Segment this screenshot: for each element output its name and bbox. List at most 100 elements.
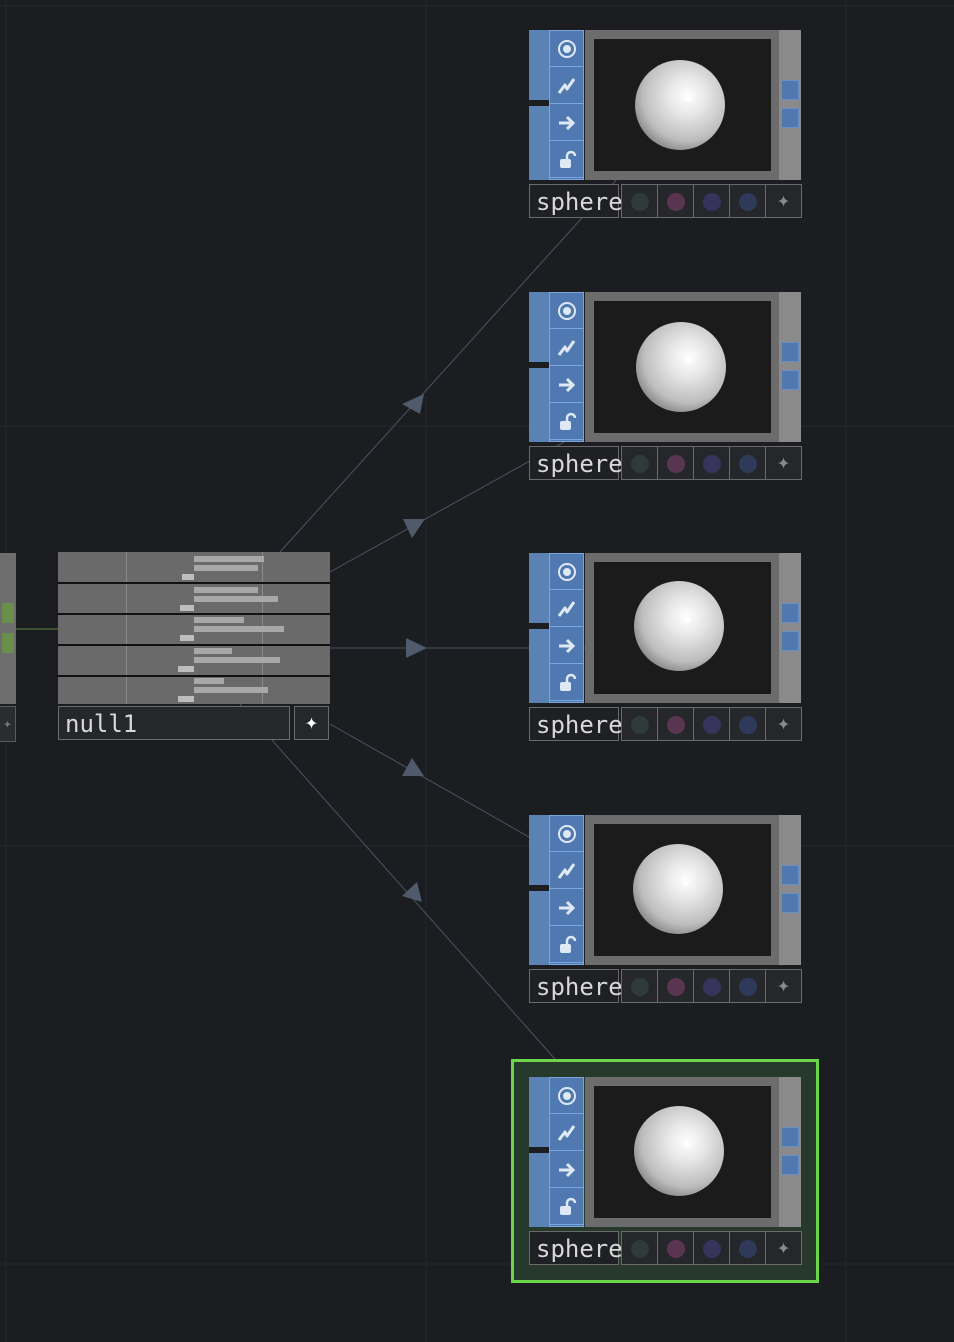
output-port[interactable] xyxy=(781,1155,799,1175)
viewer-star-icon: ✦ xyxy=(776,188,791,213)
lock-flag-button[interactable] xyxy=(550,142,583,178)
output-port[interactable] xyxy=(781,603,799,623)
channel-sample xyxy=(178,666,194,672)
display-flag-button[interactable] xyxy=(550,554,583,590)
export-flag-button[interactable] xyxy=(550,890,583,926)
node-label[interactable]: sphere4 xyxy=(529,969,637,1003)
channel-bar xyxy=(194,596,278,602)
node-label[interactable]: sphere1 xyxy=(529,184,637,218)
render-flag-button[interactable] xyxy=(550,853,583,889)
output-port[interactable] xyxy=(781,631,799,651)
channel-grid-line xyxy=(126,552,127,704)
offscreen-node-viewer-button[interactable]: ✦ xyxy=(0,706,16,742)
null-node-viewer-button[interactable]: ✦ xyxy=(294,706,329,740)
node-preview[interactable] xyxy=(594,39,771,171)
viewer-star-icon: ✦ xyxy=(304,710,319,735)
cook-indicator-button[interactable] xyxy=(657,184,694,218)
cook-indicator-button[interactable] xyxy=(729,184,766,218)
output-port[interactable] xyxy=(781,370,799,390)
display-flag-button[interactable] xyxy=(550,293,583,329)
cook-indicator-button[interactable] xyxy=(621,184,658,218)
cook-indicator-button[interactable] xyxy=(729,707,766,741)
node-flags xyxy=(549,815,584,965)
export-flag-button[interactable] xyxy=(550,628,583,664)
render-flag-button[interactable] xyxy=(550,1115,583,1151)
node-flags xyxy=(549,292,584,442)
channel-bar xyxy=(194,657,280,663)
sphere-node[interactable]: sphere3 ✦ xyxy=(528,553,802,743)
viewer-button[interactable]: ✦ xyxy=(765,969,802,1003)
export-flag-button[interactable] xyxy=(550,105,583,141)
cook-dot-icon xyxy=(703,716,721,734)
cook-indicator-button[interactable] xyxy=(693,969,730,1003)
display-flag-button[interactable] xyxy=(550,31,583,67)
cook-indicator-button[interactable] xyxy=(693,446,730,480)
cook-dot-icon xyxy=(739,193,757,211)
sphere-node[interactable]: sphere2 ✦ xyxy=(528,292,802,482)
sphere-node[interactable]: sphere4 ✦ xyxy=(528,815,802,1005)
lock-flag-button[interactable] xyxy=(550,1189,583,1225)
output-port[interactable] xyxy=(781,342,799,362)
viewer-button[interactable]: ✦ xyxy=(765,707,802,741)
cook-dot-icon xyxy=(667,455,685,473)
output-connector xyxy=(779,1077,801,1227)
viewer-star-icon: ✦ xyxy=(776,1235,791,1260)
output-port[interactable] xyxy=(781,108,799,128)
cook-indicator-button[interactable] xyxy=(693,707,730,741)
render-flag-button[interactable] xyxy=(550,591,583,627)
cook-indicator-button[interactable] xyxy=(621,969,658,1003)
cook-indicator-button[interactable] xyxy=(693,184,730,218)
cook-indicator-button[interactable] xyxy=(729,446,766,480)
sphere-node[interactable]: sphere5 ✦ xyxy=(528,1077,802,1267)
cook-dot-icon xyxy=(667,978,685,996)
display-flag-button[interactable] xyxy=(550,816,583,852)
cook-indicator-button[interactable] xyxy=(621,1231,658,1265)
cook-indicator-button[interactable] xyxy=(693,1231,730,1265)
channel-sample xyxy=(178,696,194,702)
lock-flag-button[interactable] xyxy=(550,927,583,963)
viewer-button[interactable]: ✦ xyxy=(765,446,802,480)
lock-flag-button[interactable] xyxy=(550,404,583,440)
cook-indicator-button[interactable] xyxy=(729,969,766,1003)
cook-indicator-button[interactable] xyxy=(657,446,694,480)
sphere-node[interactable]: sphere1 ✦ xyxy=(528,30,802,220)
display-flag-button[interactable] xyxy=(550,1078,583,1114)
render-flag-button[interactable] xyxy=(550,68,583,104)
null-node-label[interactable]: null1 xyxy=(58,706,290,740)
offscreen-node[interactable] xyxy=(0,553,16,704)
viewer-button[interactable]: ✦ xyxy=(765,1231,802,1265)
cook-dot-icon xyxy=(631,716,649,734)
cook-dot-icon xyxy=(631,455,649,473)
node-label[interactable]: sphere2 xyxy=(529,446,637,480)
cook-dot-icon xyxy=(739,716,757,734)
viewer-button[interactable]: ✦ xyxy=(765,184,802,218)
node-label[interactable]: sphere5 xyxy=(529,1231,637,1265)
export-flag-button[interactable] xyxy=(550,367,583,403)
cook-indicator-button[interactable] xyxy=(657,1231,694,1265)
output-port[interactable] xyxy=(781,865,799,885)
cook-indicator-button[interactable] xyxy=(657,969,694,1003)
cook-indicator-button[interactable] xyxy=(657,707,694,741)
output-port[interactable] xyxy=(2,603,14,623)
node-preview[interactable] xyxy=(594,1086,771,1218)
node-preview[interactable] xyxy=(594,301,771,433)
node-label[interactable]: sphere3 xyxy=(529,707,637,741)
cook-indicator-button[interactable] xyxy=(621,707,658,741)
channel-separator xyxy=(58,675,330,677)
export-flag-button[interactable] xyxy=(550,1152,583,1188)
output-port[interactable] xyxy=(2,633,14,653)
cook-dot-icon xyxy=(667,716,685,734)
node-preview[interactable] xyxy=(594,562,771,694)
null-node-viewer[interactable] xyxy=(58,552,330,704)
cook-dot-icon xyxy=(631,978,649,996)
cook-indicator-button[interactable] xyxy=(621,446,658,480)
sphere-preview-image xyxy=(633,844,723,934)
lock-flag-button[interactable] xyxy=(550,665,583,701)
output-port[interactable] xyxy=(781,80,799,100)
cook-indicator-button[interactable] xyxy=(729,1231,766,1265)
output-connector xyxy=(779,30,801,180)
output-port[interactable] xyxy=(781,1127,799,1147)
render-flag-button[interactable] xyxy=(550,330,583,366)
output-port[interactable] xyxy=(781,893,799,913)
node-preview[interactable] xyxy=(594,824,771,956)
